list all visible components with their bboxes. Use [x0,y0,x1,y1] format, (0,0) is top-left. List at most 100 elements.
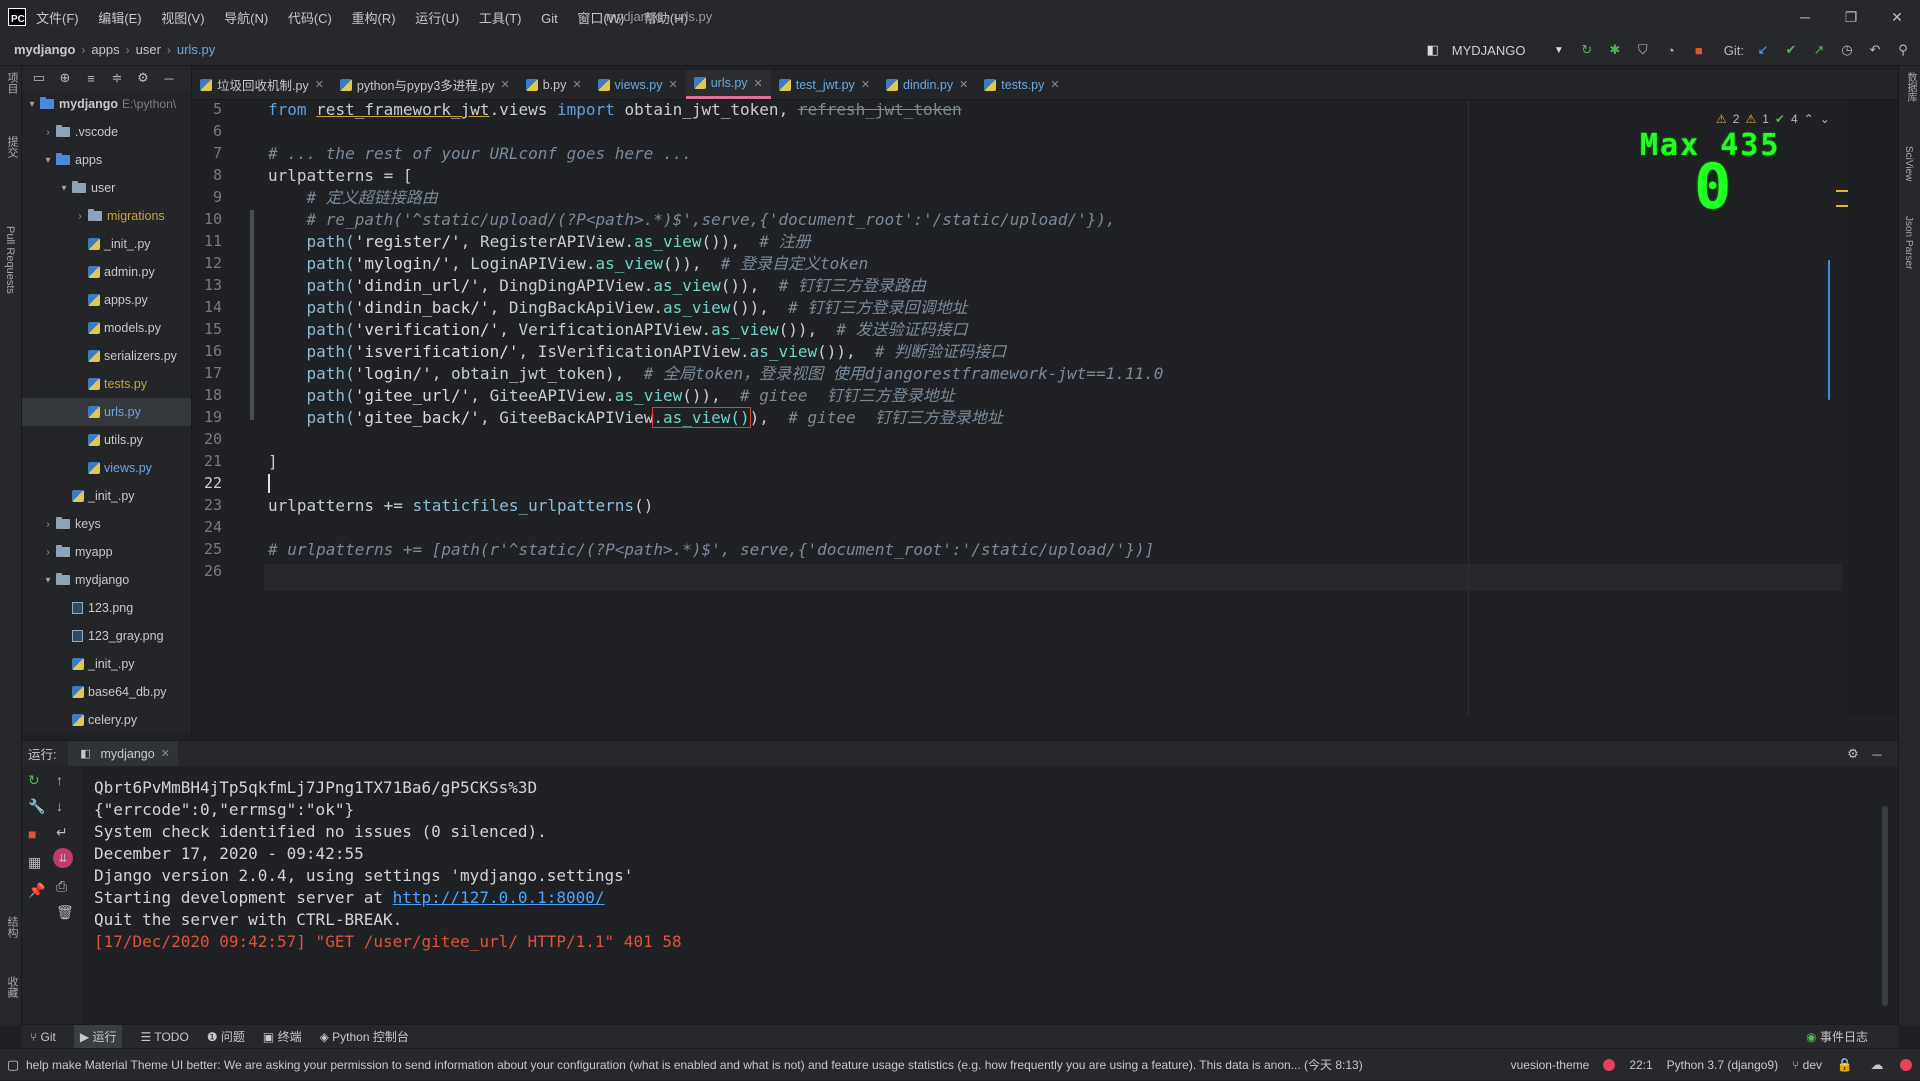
warning-stripe[interactable] [1836,190,1848,192]
menu-git[interactable]: Git [541,11,558,26]
coverage-icon[interactable]: ⛉ [1634,41,1652,59]
git-push-icon[interactable]: ↗ [1810,41,1828,59]
python-console-tool-tab[interactable]: ◈ Python 控制台 [320,1028,409,1045]
lock-icon[interactable]: 🔒 [1836,1056,1854,1074]
theme-indicator[interactable]: vuesion-theme [1511,1058,1590,1072]
run-config-select[interactable]: MYDJANGO [1452,43,1540,58]
menu-edit[interactable]: 编辑(E) [98,11,141,26]
tree-item[interactable]: tests.py [22,370,191,398]
editor-tab[interactable]: b.py ✕ [518,70,590,99]
terminal-tool-tab[interactable]: ▣ 终端 [263,1028,302,1045]
chevron-up-icon[interactable]: ⌃ [1804,112,1814,126]
console-scrollbar[interactable] [1882,806,1888,1006]
code-editor[interactable]: 5 6 7 8 9 10 11 12 13 14 15 16 17 18 19 20 21 22 23 24 25 26 … [192,100,1898,716]
minimap[interactable] [1848,100,1898,716]
scroll-to-end-icon[interactable]: ⇊ [53,848,73,868]
tree-item[interactable]: base64_db.py [22,678,191,706]
close-tab-icon[interactable]: ✕ [754,77,763,90]
gear-icon[interactable]: ⚙ [134,69,152,87]
tree-item[interactable]: ▾ apps [22,146,191,174]
editor-tab[interactable]: urls.py ✕ [685,70,771,99]
tree-item[interactable]: _init_.py [22,482,191,510]
close-tab-icon[interactable]: ✕ [500,78,509,91]
gear-icon[interactable]: ⚙ [1844,745,1862,763]
close-tab-icon[interactable]: ✕ [1050,78,1059,91]
warning-stripe[interactable] [1836,205,1848,207]
git-update-icon[interactable]: ↙ [1754,41,1772,59]
git-tool-tab[interactable]: ⑂ Git [30,1030,56,1044]
git-commit-icon[interactable]: ✔ [1782,41,1800,59]
chevron-down-icon[interactable]: ▾ [26,99,38,110]
tree-item[interactable]: apps.py [22,286,191,314]
database-tool-tab[interactable]: 数据库 [1903,72,1918,102]
breadcrumb-project[interactable]: mydjango [14,42,75,57]
commit-tool-tab[interactable]: 提交 [4,136,20,158]
tree-item[interactable]: _init_.py [22,230,191,258]
tree-item[interactable]: _init_.py [22,650,191,678]
debug-icon[interactable]: ✱ [1606,41,1624,59]
close-tab-icon[interactable]: ✕ [668,78,677,91]
tree-item[interactable]: ▾ mydjango [22,566,191,594]
editor-scrollbar[interactable] [1828,260,1830,400]
tree-item[interactable]: serializers.py [22,342,191,370]
inspection-widget[interactable]: ⚠ 2 ⚠ 1 ✔ 4 ⌃ ⌄ [1716,112,1830,126]
close-tab-icon[interactable]: ✕ [572,78,581,91]
close-tab-icon[interactable]: ✕ [959,78,968,91]
rerun-icon[interactable]: ↻ [1578,41,1596,59]
collapse-all-icon[interactable]: ≑ [108,69,126,87]
chevron-down-icon[interactable]: ▾ [58,183,70,194]
run-tool-tab[interactable]: ▶ 运行 [73,1025,123,1048]
rollback-icon[interactable]: ↶ [1866,41,1884,59]
editor-tab[interactable]: test_jwt.py ✕ [771,70,878,99]
locate-icon[interactable]: ⊕ [56,69,74,87]
trash-icon[interactable]: 🗑 [56,904,74,921]
layout-icon[interactable]: ▦ [28,854,41,871]
tree-item[interactable]: celery.py [22,706,191,734]
wrench-icon[interactable]: 🔧 [28,798,45,815]
tree-item[interactable]: 123.png [22,594,191,622]
profile-icon[interactable]: ◔ [1662,41,1680,59]
editor-tab[interactable]: tests.py ✕ [976,70,1067,99]
server-link[interactable]: http://127.0.0.1:8000/ [393,888,605,907]
editor-tab[interactable]: dindin.py ✕ [878,70,976,99]
structure-tool-tab[interactable]: 结构 [4,916,20,938]
tree-item[interactable]: › myapp [22,538,191,566]
tree-item[interactable]: ▾ mydjango E:\python\ [22,90,191,118]
tree-item[interactable]: ▾ user [22,174,191,202]
project-view-icon[interactable]: ▭ [30,69,48,87]
chevron-right-icon[interactable]: › [42,127,54,138]
rerun-icon[interactable]: ↻ [28,772,40,789]
stop-icon[interactable]: ■ [28,826,36,842]
error-indicator-icon[interactable] [1900,1059,1912,1071]
menu-refactor[interactable]: 重构(R) [352,11,396,26]
sciview-tool-tab[interactable]: SciView [1903,146,1914,181]
tree-item[interactable]: utils.py [22,426,191,454]
tree-item[interactable]: › .vscode [22,118,191,146]
status-message[interactable]: help make Material Theme UI better: We a… [26,1056,1506,1073]
chevron-down-icon[interactable]: ▼ [1550,41,1568,59]
favorites-tool-tab[interactable]: 收藏 [4,976,20,998]
print-icon[interactable]: ⎙ [56,878,67,895]
run-console[interactable]: Qbrt6PvMmBH4jTp5qkfmLj7JPng1TX71Ba6/gP5C… [82,766,1898,1024]
tree-item[interactable]: › keys [22,510,191,538]
json-parser-tool-tab[interactable]: Json Parser [1903,216,1914,269]
chevron-right-icon[interactable]: › [42,547,54,558]
git-branch-widget[interactable]: ⑂ dev [1792,1058,1822,1072]
arrow-down-icon[interactable]: ↓ [56,798,63,814]
minimize-icon[interactable]: ─ [1782,0,1828,34]
editor-tab[interactable]: 垃圾回收机制.py ✕ [192,70,332,99]
tree-item[interactable]: views.py [22,454,191,482]
hide-icon[interactable]: ─ [160,69,178,87]
chevron-down-icon[interactable]: ▾ [42,155,54,166]
close-tab-icon[interactable]: ✕ [861,78,870,91]
menu-navigate[interactable]: 导航(N) [224,11,268,26]
restore-icon[interactable]: ❐ [1828,0,1874,34]
tree-item[interactable]: admin.py [22,258,191,286]
cursor-position[interactable]: 22:1 [1629,1058,1652,1072]
project-tool-tab[interactable]: 项目 [4,72,20,94]
soft-wrap-icon[interactable]: ↵ [56,824,68,841]
editor-tab[interactable]: python与pypy3多进程.py ✕ [332,70,518,99]
breadcrumb-user[interactable]: user [136,42,161,57]
chevron-right-icon[interactable]: › [74,211,86,222]
tree-item[interactable]: models.py [22,314,191,342]
